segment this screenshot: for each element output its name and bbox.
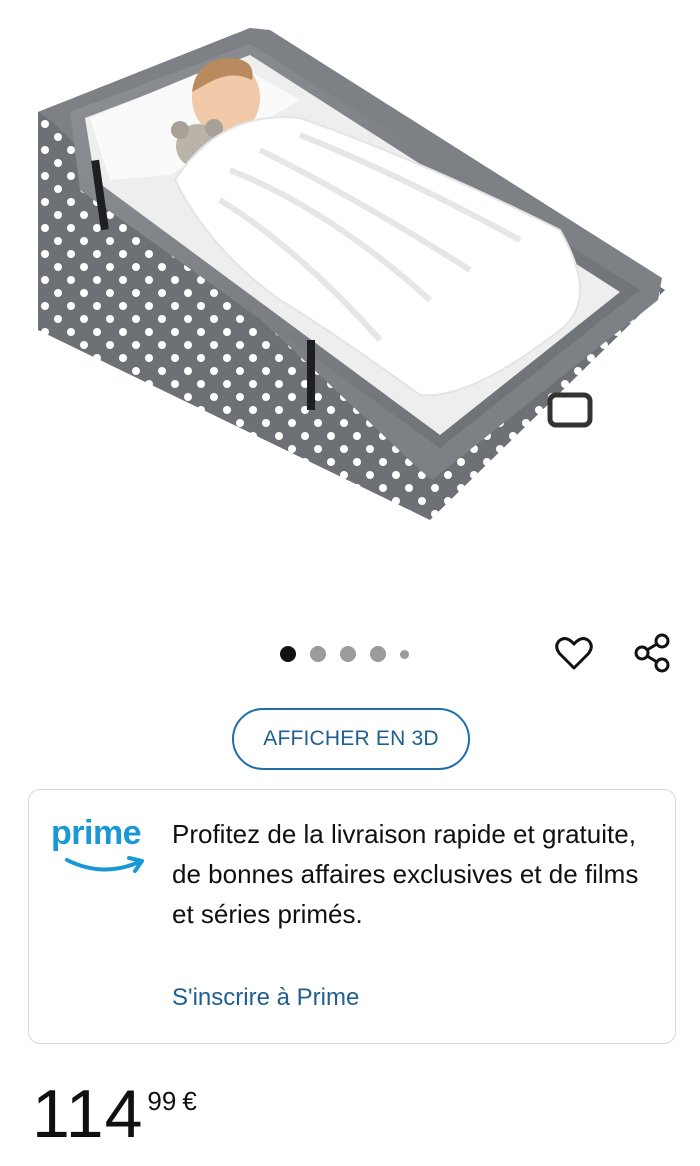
prime-logo-text: prime — [51, 814, 142, 852]
price-fraction: 99 — [147, 1086, 177, 1116]
prime-logo: prime — [51, 814, 156, 884]
carousel-dot-3[interactable] — [340, 646, 356, 662]
view-in-3d-button[interactable]: AFFICHER EN 3D — [232, 708, 470, 770]
wishlist-button[interactable] — [553, 632, 595, 674]
heart-icon — [555, 637, 593, 670]
prime-message: Profitez de la livraison rapide et gratu… — [172, 819, 639, 929]
price-currency: € — [182, 1086, 197, 1116]
price-whole: 114 — [32, 1076, 144, 1152]
carousel-dot-2[interactable] — [310, 646, 326, 662]
product-image[interactable] — [0, 0, 700, 560]
prime-promo-card: prime Profitez de la livraison rapide et… — [28, 789, 676, 1044]
carousel-dot-1[interactable] — [280, 646, 296, 662]
prime-signup-link[interactable]: S'inscrire à Prime — [172, 984, 359, 1012]
share-button[interactable] — [632, 632, 674, 674]
prime-smile-icon — [65, 856, 144, 873]
carousel-dot-5[interactable] — [400, 649, 409, 659]
share-icon — [634, 633, 670, 673]
price: 114 99 € — [32, 1074, 197, 1154]
image-carousel-indicator — [280, 644, 409, 664]
carousel-dot-4[interactable] — [370, 646, 386, 662]
